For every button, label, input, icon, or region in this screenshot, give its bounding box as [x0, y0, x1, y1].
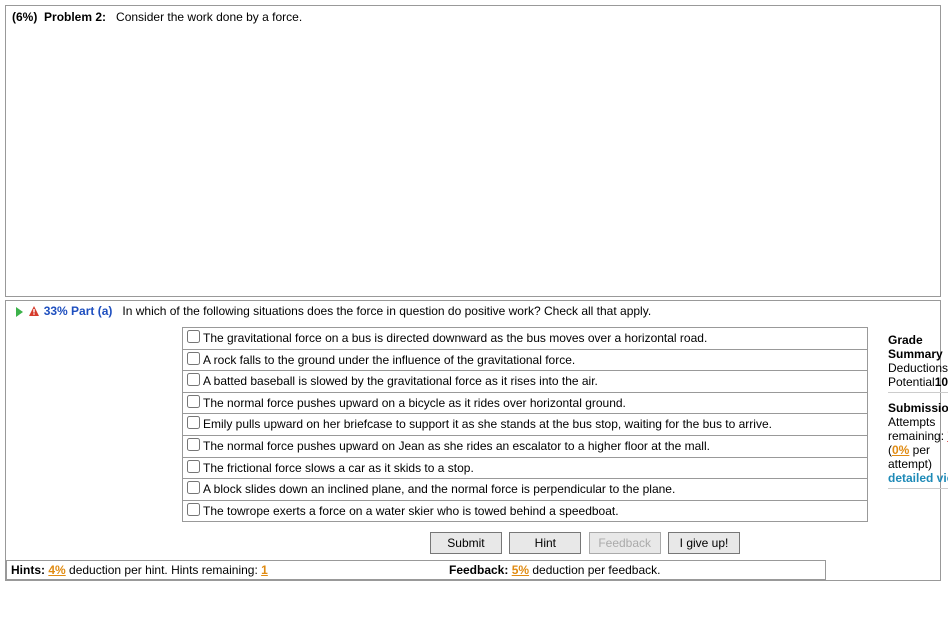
- choice-row[interactable]: The gravitational force on a bus is dire…: [183, 328, 868, 350]
- problem-header: (6%) Problem 2: Consider the work done b…: [6, 6, 940, 296]
- choice-text: Emily pulls upward on her briefcase to s…: [203, 417, 772, 431]
- choice-text: A batted baseball is slowed by the gravi…: [203, 374, 598, 388]
- choice-row[interactable]: The normal force pushes upward on a bicy…: [183, 392, 868, 414]
- choice-row[interactable]: A batted baseball is slowed by the gravi…: [183, 371, 868, 393]
- feedback-pct[interactable]: 5%: [512, 563, 529, 577]
- giveup-button[interactable]: I give up!: [668, 532, 740, 554]
- attempts-row: Attempts remaining: 7: [888, 415, 948, 443]
- choice-text: The frictional force slows a car as it s…: [203, 461, 474, 475]
- hint-button[interactable]: Hint: [509, 532, 581, 554]
- sidebar: Grade Summary Deductions 0% Potential 10…: [868, 321, 948, 560]
- hints-label: Hints:: [11, 563, 45, 577]
- problem-label: Problem 2:: [44, 10, 106, 24]
- footer-box: Hints: 4% deduction per hint. Hints rema…: [6, 560, 826, 580]
- expand-icon[interactable]: [16, 307, 23, 317]
- choice-checkbox[interactable]: [187, 395, 200, 408]
- feedback-footer: Feedback: 5% deduction per feedback.: [445, 561, 664, 579]
- choice-row[interactable]: A rock falls to the ground under the inf…: [183, 349, 868, 371]
- choice-row[interactable]: A block slides down an inclined plane, a…: [183, 479, 868, 501]
- divider: [888, 392, 948, 393]
- choice-text: The normal force pushes upward on Jean a…: [203, 439, 710, 453]
- submissions-title: Submissions: [888, 401, 948, 415]
- potential-value: 100%: [935, 375, 948, 389]
- hints-text: deduction per hint. Hints remaining:: [66, 563, 261, 577]
- choice-text: The normal force pushes upward on a bicy…: [203, 396, 626, 410]
- choice-checkbox[interactable]: [187, 503, 200, 516]
- choices-column: The gravitational force on a bus is dire…: [6, 321, 868, 560]
- problem-container: (6%) Problem 2: Consider the work done b…: [5, 5, 941, 297]
- submit-button[interactable]: Submit: [430, 532, 502, 554]
- per-attempt-row: (0% per attempt): [888, 443, 948, 471]
- choice-row[interactable]: The towrope exerts a force on a water sk…: [183, 500, 868, 522]
- divider: [888, 488, 948, 489]
- hints-footer: Hints: 4% deduction per hint. Hints rema…: [7, 561, 445, 579]
- choice-checkbox[interactable]: [187, 352, 200, 365]
- part-question: In which of the following situations doe…: [122, 304, 651, 318]
- choice-checkbox[interactable]: [187, 438, 200, 451]
- feedback-label: Feedback:: [449, 563, 508, 577]
- detailed-view-link[interactable]: detailed view: [888, 471, 948, 485]
- part-weight-link[interactable]: 33% Part (a): [44, 304, 113, 318]
- attempts-label: Attempts remaining:: [888, 415, 944, 443]
- choice-checkbox[interactable]: [187, 416, 200, 429]
- hints-remaining[interactable]: 1: [261, 563, 268, 577]
- content-row: The gravitational force on a bus is dire…: [6, 321, 940, 560]
- problem-text: Consider the work done by a force.: [116, 10, 302, 24]
- part-prompt-row: 33% Part (a) In which of the following s…: [6, 301, 940, 321]
- choice-row[interactable]: The frictional force slows a car as it s…: [183, 457, 868, 479]
- choice-row[interactable]: The normal force pushes upward on Jean a…: [183, 435, 868, 457]
- button-row: Submit Hint Feedback I give up!: [182, 522, 868, 560]
- choice-checkbox[interactable]: [187, 481, 200, 494]
- choice-checkbox[interactable]: [187, 460, 200, 473]
- choice-checkbox[interactable]: [187, 330, 200, 343]
- choice-row[interactable]: Emily pulls upward on her briefcase to s…: [183, 414, 868, 436]
- per-attempt-value[interactable]: 0%: [892, 443, 909, 457]
- hints-pct[interactable]: 4%: [48, 563, 65, 577]
- choice-checkbox[interactable]: [187, 373, 200, 386]
- deductions-label: Deductions: [888, 361, 948, 375]
- choice-text: The towrope exerts a force on a water sk…: [203, 504, 619, 518]
- grade-summary-title: Grade Summary: [888, 333, 948, 361]
- warning-icon: [28, 305, 40, 317]
- feedback-text: deduction per feedback.: [529, 563, 660, 577]
- choices-table: The gravitational force on a bus is dire…: [182, 327, 868, 522]
- choice-text: A rock falls to the ground under the inf…: [203, 353, 575, 367]
- problem-weight: (6%): [12, 10, 37, 24]
- feedback-button: Feedback: [589, 532, 661, 554]
- potential-label: Potential: [888, 375, 935, 389]
- choice-text: A block slides down an inclined plane, a…: [203, 482, 675, 496]
- part-container: 33% Part (a) In which of the following s…: [5, 300, 941, 581]
- choice-text: The gravitational force on a bus is dire…: [203, 331, 707, 345]
